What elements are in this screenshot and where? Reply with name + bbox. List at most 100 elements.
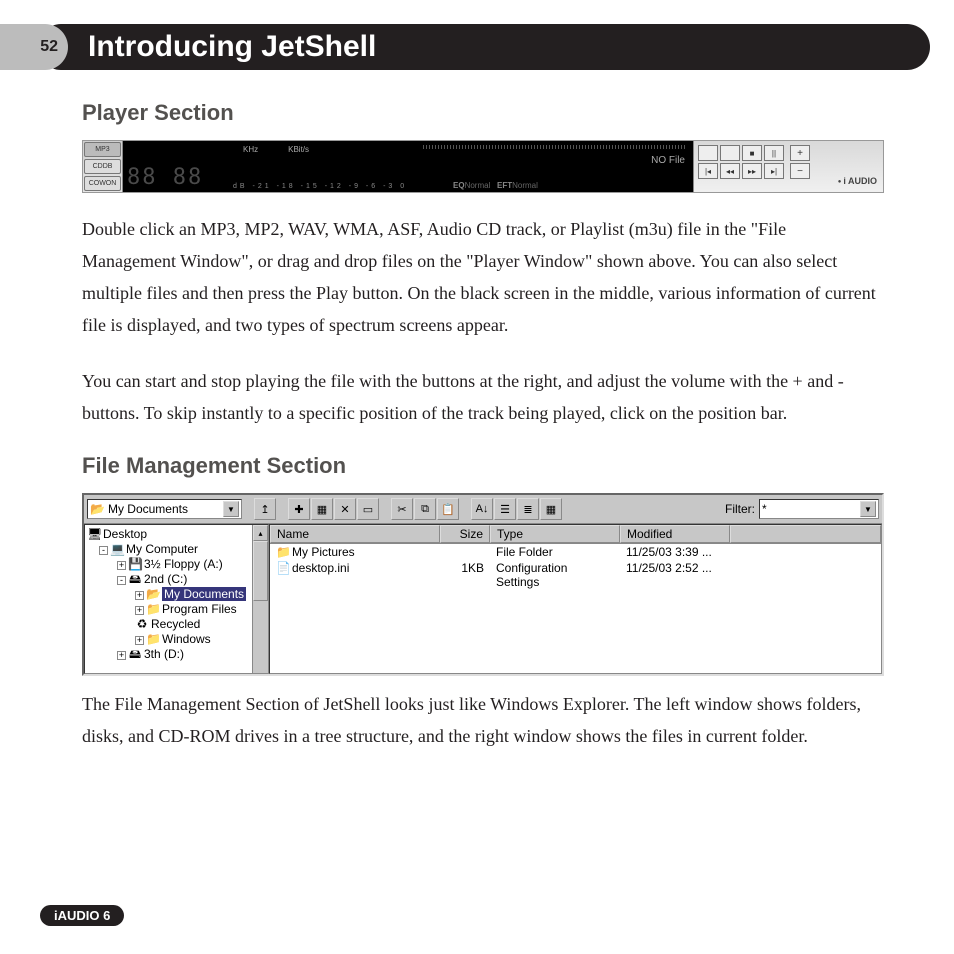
- cut-button[interactable]: ✂: [391, 498, 413, 520]
- prev-track-button[interactable]: |◂: [698, 163, 718, 179]
- tree-label: 3th (D:): [144, 647, 184, 661]
- view-detail-button[interactable]: ≣: [517, 498, 539, 520]
- tree-node[interactable]: ♻Recycled: [87, 617, 268, 632]
- properties-button[interactable]: ▦: [311, 498, 333, 520]
- sort-button[interactable]: A↓: [471, 498, 493, 520]
- source-mp3-button[interactable]: MP3: [84, 142, 121, 157]
- folder-tree[interactable]: 🖥Desktop-💻My Computer+💾3½ Floppy (A:)-🖴2…: [84, 524, 269, 674]
- view-icons-button[interactable]: ▦: [540, 498, 562, 520]
- tree-label: Recycled: [151, 617, 200, 631]
- expand-icon[interactable]: +: [135, 606, 144, 615]
- eq-eft-labels: EQNormal EFTNormal: [453, 181, 538, 190]
- tree-label: Program Files: [162, 602, 237, 616]
- file-type: Configuration Settings: [490, 560, 620, 590]
- tree-node[interactable]: +📁Program Files: [87, 602, 268, 617]
- col-modified[interactable]: Modified: [620, 525, 730, 543]
- expand-icon[interactable]: +: [135, 591, 144, 600]
- file-icon: 📄: [276, 561, 290, 575]
- page-number-badge: 52: [0, 24, 68, 70]
- play-button[interactable]: [698, 145, 718, 161]
- spacer-button[interactable]: [720, 145, 740, 161]
- paste-button[interactable]: 📋: [437, 498, 459, 520]
- node-icon: 🖴: [128, 647, 142, 662]
- rewind-button[interactable]: ◂◂: [720, 163, 740, 179]
- stop-button[interactable]: ■: [742, 145, 762, 161]
- file-list-header: Name Size Type Modified: [270, 525, 881, 544]
- node-icon: 🖴: [128, 572, 142, 587]
- tree-label: 3½ Floppy (A:): [144, 557, 223, 571]
- delete-button[interactable]: ✕: [334, 498, 356, 520]
- col-name[interactable]: Name: [270, 525, 440, 543]
- tree-node[interactable]: +📁Windows: [87, 632, 268, 647]
- footer-badge: iAUDIO 6: [40, 905, 124, 926]
- source-cddb-button[interactable]: CDDB: [84, 159, 121, 174]
- up-folder-button[interactable]: ↥: [254, 498, 276, 520]
- path-combo[interactable]: 📂 My Documents ▼: [87, 499, 242, 519]
- tree-node[interactable]: +💾3½ Floppy (A:): [87, 557, 268, 572]
- tree-scrollbar[interactable]: ▴: [252, 525, 268, 673]
- position-bar[interactable]: [423, 145, 685, 149]
- tree-label: Windows: [162, 632, 211, 646]
- expand-icon[interactable]: -: [99, 546, 108, 555]
- file-type: File Folder: [490, 544, 620, 560]
- file-name: My Pictures: [292, 545, 355, 559]
- file-row[interactable]: 📄desktop.ini1KBConfiguration Settings11/…: [270, 560, 881, 590]
- bitrate-labels: KHzKBit/s: [243, 145, 309, 154]
- new-button[interactable]: ✚: [288, 498, 310, 520]
- scroll-thumb[interactable]: [253, 541, 268, 601]
- file-management-window: 📂 My Documents ▼ ↥ ✚ ▦ ✕ ▭ ✂ ⧉ 📋 A↓: [82, 493, 884, 676]
- db-scale: dB -21 -18 -15 -12 -9 -6 -3 0: [233, 183, 407, 190]
- file-list[interactable]: Name Size Type Modified 📁My Pictures File…: [269, 524, 882, 674]
- file-row[interactable]: 📁My PicturesFile Folder11/25/03 3:39 ...: [270, 544, 881, 560]
- file-modified: 11/25/03 2:52 ...: [620, 560, 730, 590]
- node-icon: 📁: [146, 632, 160, 647]
- page-title: Introducing JetShell: [38, 24, 930, 70]
- expand-icon[interactable]: +: [135, 636, 144, 645]
- new-folder-button[interactable]: ▭: [357, 498, 379, 520]
- file-status: NO File: [651, 155, 685, 166]
- filter-dropdown-button[interactable]: ▼: [860, 501, 876, 517]
- node-icon: ♻: [135, 617, 149, 632]
- player-description-2: You can start and stop playing the file …: [82, 365, 884, 429]
- expand-icon[interactable]: +: [117, 561, 126, 570]
- scroll-up-button[interactable]: ▴: [253, 525, 268, 541]
- file-toolbar: 📂 My Documents ▼ ↥ ✚ ▦ ✕ ▭ ✂ ⧉ 📋 A↓: [84, 495, 882, 524]
- col-type[interactable]: Type: [490, 525, 620, 543]
- next-track-button[interactable]: ▸|: [764, 163, 784, 179]
- volume-down-button[interactable]: −: [790, 163, 810, 179]
- file-size: [440, 544, 490, 560]
- brand-label: COWON: [84, 176, 121, 191]
- player-description-1: Double click an MP3, MP2, WAV, WMA, ASF,…: [82, 213, 884, 341]
- node-icon: 🖥: [87, 527, 101, 542]
- tree-node[interactable]: -💻My Computer: [87, 542, 268, 557]
- volume-up-button[interactable]: +: [790, 145, 810, 161]
- path-combo-text: My Documents: [108, 502, 220, 516]
- folder-icon: 📂: [90, 502, 105, 516]
- filter-combo[interactable]: * ▼: [759, 499, 879, 519]
- player-window: MP3 CDDB COWON 88 88 KHzKBit/s NO File d…: [82, 140, 884, 193]
- tree-node[interactable]: 🖥Desktop: [87, 527, 268, 542]
- tree-node[interactable]: +📂My Documents: [87, 587, 268, 602]
- node-icon: 📁: [146, 602, 160, 617]
- node-icon: 📂: [146, 587, 160, 602]
- tree-label: 2nd (C:): [144, 572, 187, 586]
- file-management-heading: File Management Section: [82, 453, 884, 479]
- filter-label: Filter:: [725, 502, 755, 516]
- tree-node[interactable]: +🖴3th (D:): [87, 647, 268, 662]
- file-icon: 📁: [276, 545, 290, 559]
- copy-button[interactable]: ⧉: [414, 498, 436, 520]
- view-list-button[interactable]: ☰: [494, 498, 516, 520]
- player-source-buttons: MP3 CDDB COWON: [83, 141, 123, 192]
- tree-label: Desktop: [103, 527, 147, 541]
- expand-icon[interactable]: +: [117, 651, 126, 660]
- tree-node[interactable]: -🖴2nd (C:): [87, 572, 268, 587]
- col-size[interactable]: Size: [440, 525, 490, 543]
- node-icon: 💾: [128, 557, 142, 572]
- pause-button[interactable]: ||: [764, 145, 784, 161]
- path-dropdown-button[interactable]: ▼: [223, 501, 239, 517]
- fast-forward-button[interactable]: ▸▸: [742, 163, 762, 179]
- file-name: desktop.ini: [292, 561, 349, 575]
- expand-icon[interactable]: -: [117, 576, 126, 585]
- iaudio-logo: i AUDIO: [838, 176, 877, 186]
- player-display[interactable]: 88 88 KHzKBit/s NO File dB -21 -18 -15 -…: [123, 141, 693, 192]
